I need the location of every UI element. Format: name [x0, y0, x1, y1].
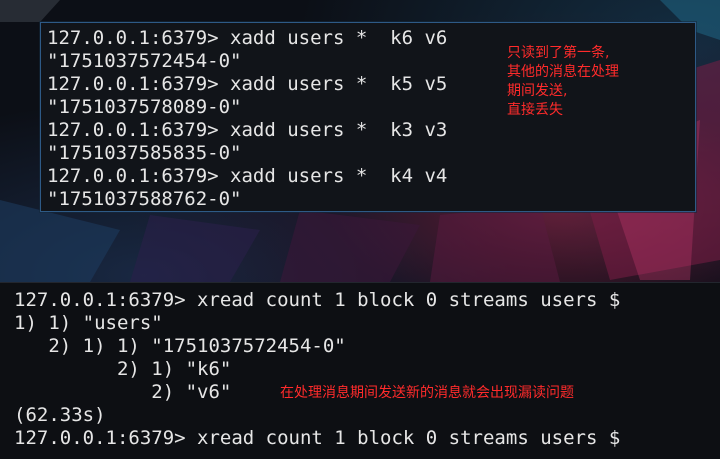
terminal-line: 2) 1) 1) "1751037572454-0" [14, 335, 346, 357]
terminal-line: "1751037585835-0" [47, 142, 242, 164]
terminal-window-bottom[interactable]: 127.0.0.1:6379> xread count 1 block 0 st… [0, 282, 720, 459]
terminal-line: 127.0.0.1:6379> xadd users * k6 v6 [47, 27, 448, 49]
annotation-text: 在处理消息期间发送新的消息就会出现漏读问题 [280, 385, 574, 401]
terminal-line: 127.0.0.1:6379> xadd users * k4 v4 [47, 165, 448, 187]
terminal-line: 2) 1) "k6" [14, 358, 232, 380]
terminal-line: 127.0.0.1:6379> xread count 1 block 0 st… [14, 289, 621, 311]
terminal-line: 127.0.0.1:6379> xread count 1 block 0 st… [14, 427, 621, 449]
annotation-line: 其他的消息在处理 [507, 64, 619, 80]
terminal-line: "1751037572454-0" [47, 50, 242, 72]
terminal-line: 127.0.0.1:6379> xadd users * k5 v5 [47, 73, 448, 95]
terminal-line: 1) 1) "users" [14, 312, 163, 334]
annotation-line: 直接丢失 [507, 102, 563, 118]
annotation-line: 只读到了第一条, [507, 45, 610, 61]
terminal-line: "1751037578089-0" [47, 96, 242, 118]
terminal-line: "1751037588762-0" [47, 188, 242, 210]
terminal-window-top[interactable]: 127.0.0.1:6379> xadd users * k6 v6 "1751… [40, 22, 696, 212]
terminal-line: (62.33s) [14, 404, 106, 426]
terminal-line: 2) "v6" [14, 381, 232, 403]
annotation-line: 期间发送, [507, 83, 568, 99]
desktop-background: 127.0.0.1:6379> xadd users * k6 v6 "1751… [0, 0, 720, 459]
terminal-line: 127.0.0.1:6379> xadd users * k3 v3 [47, 119, 448, 141]
